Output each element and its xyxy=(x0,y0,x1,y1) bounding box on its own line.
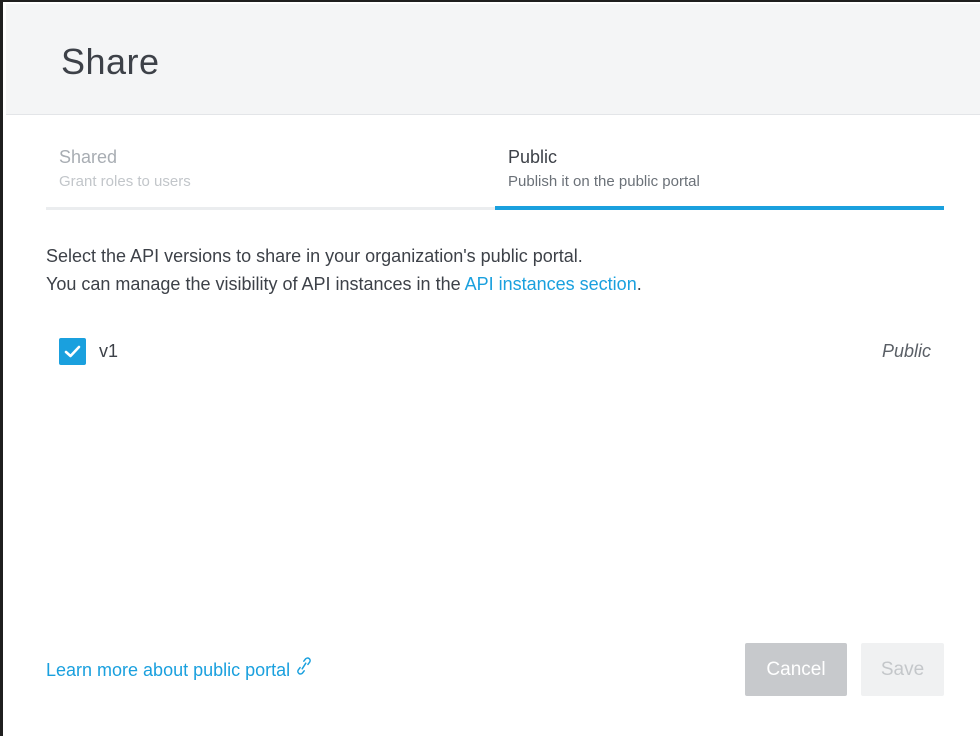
description-line-2-prefix: You can manage the visibility of API ins… xyxy=(46,274,465,294)
share-modal: Share Shared Grant roles to users Public… xyxy=(0,0,980,736)
learn-more-text: Learn more about public portal xyxy=(46,660,291,680)
api-instances-link[interactable]: API instances section xyxy=(465,274,637,294)
tab-shared[interactable]: Shared Grant roles to users xyxy=(46,142,495,210)
save-button[interactable]: Save xyxy=(861,643,944,696)
description-line-1: Select the API versions to share in your… xyxy=(46,246,583,266)
tab-public-subtitle: Publish it on the public portal xyxy=(508,173,700,190)
modal-header: Share xyxy=(6,4,980,115)
tab-public[interactable]: Public Publish it on the public portal xyxy=(495,142,944,210)
version-checkbox[interactable] xyxy=(59,338,86,365)
learn-more-link[interactable]: Learn more about public portal xyxy=(46,657,312,683)
external-link-icon xyxy=(296,657,312,681)
checkmark-icon xyxy=(64,345,81,358)
version-row: v1 Public xyxy=(59,338,931,366)
version-label: v1 xyxy=(99,341,119,361)
description-line-2-suffix: . xyxy=(636,274,642,294)
version-status: Public xyxy=(881,341,931,361)
tab-shared-title: Shared xyxy=(59,147,118,167)
tab-public-title: Public xyxy=(508,147,558,167)
modal-title: Share xyxy=(61,41,160,82)
tab-shared-subtitle: Grant roles to users xyxy=(59,173,191,190)
cancel-button[interactable]: Cancel xyxy=(745,643,847,696)
share-tabs: Shared Grant roles to users Public Publi… xyxy=(46,142,944,210)
public-description: Select the API versions to share in your… xyxy=(46,242,642,298)
description-line-2: You can manage the visibility of API ins… xyxy=(46,270,642,298)
